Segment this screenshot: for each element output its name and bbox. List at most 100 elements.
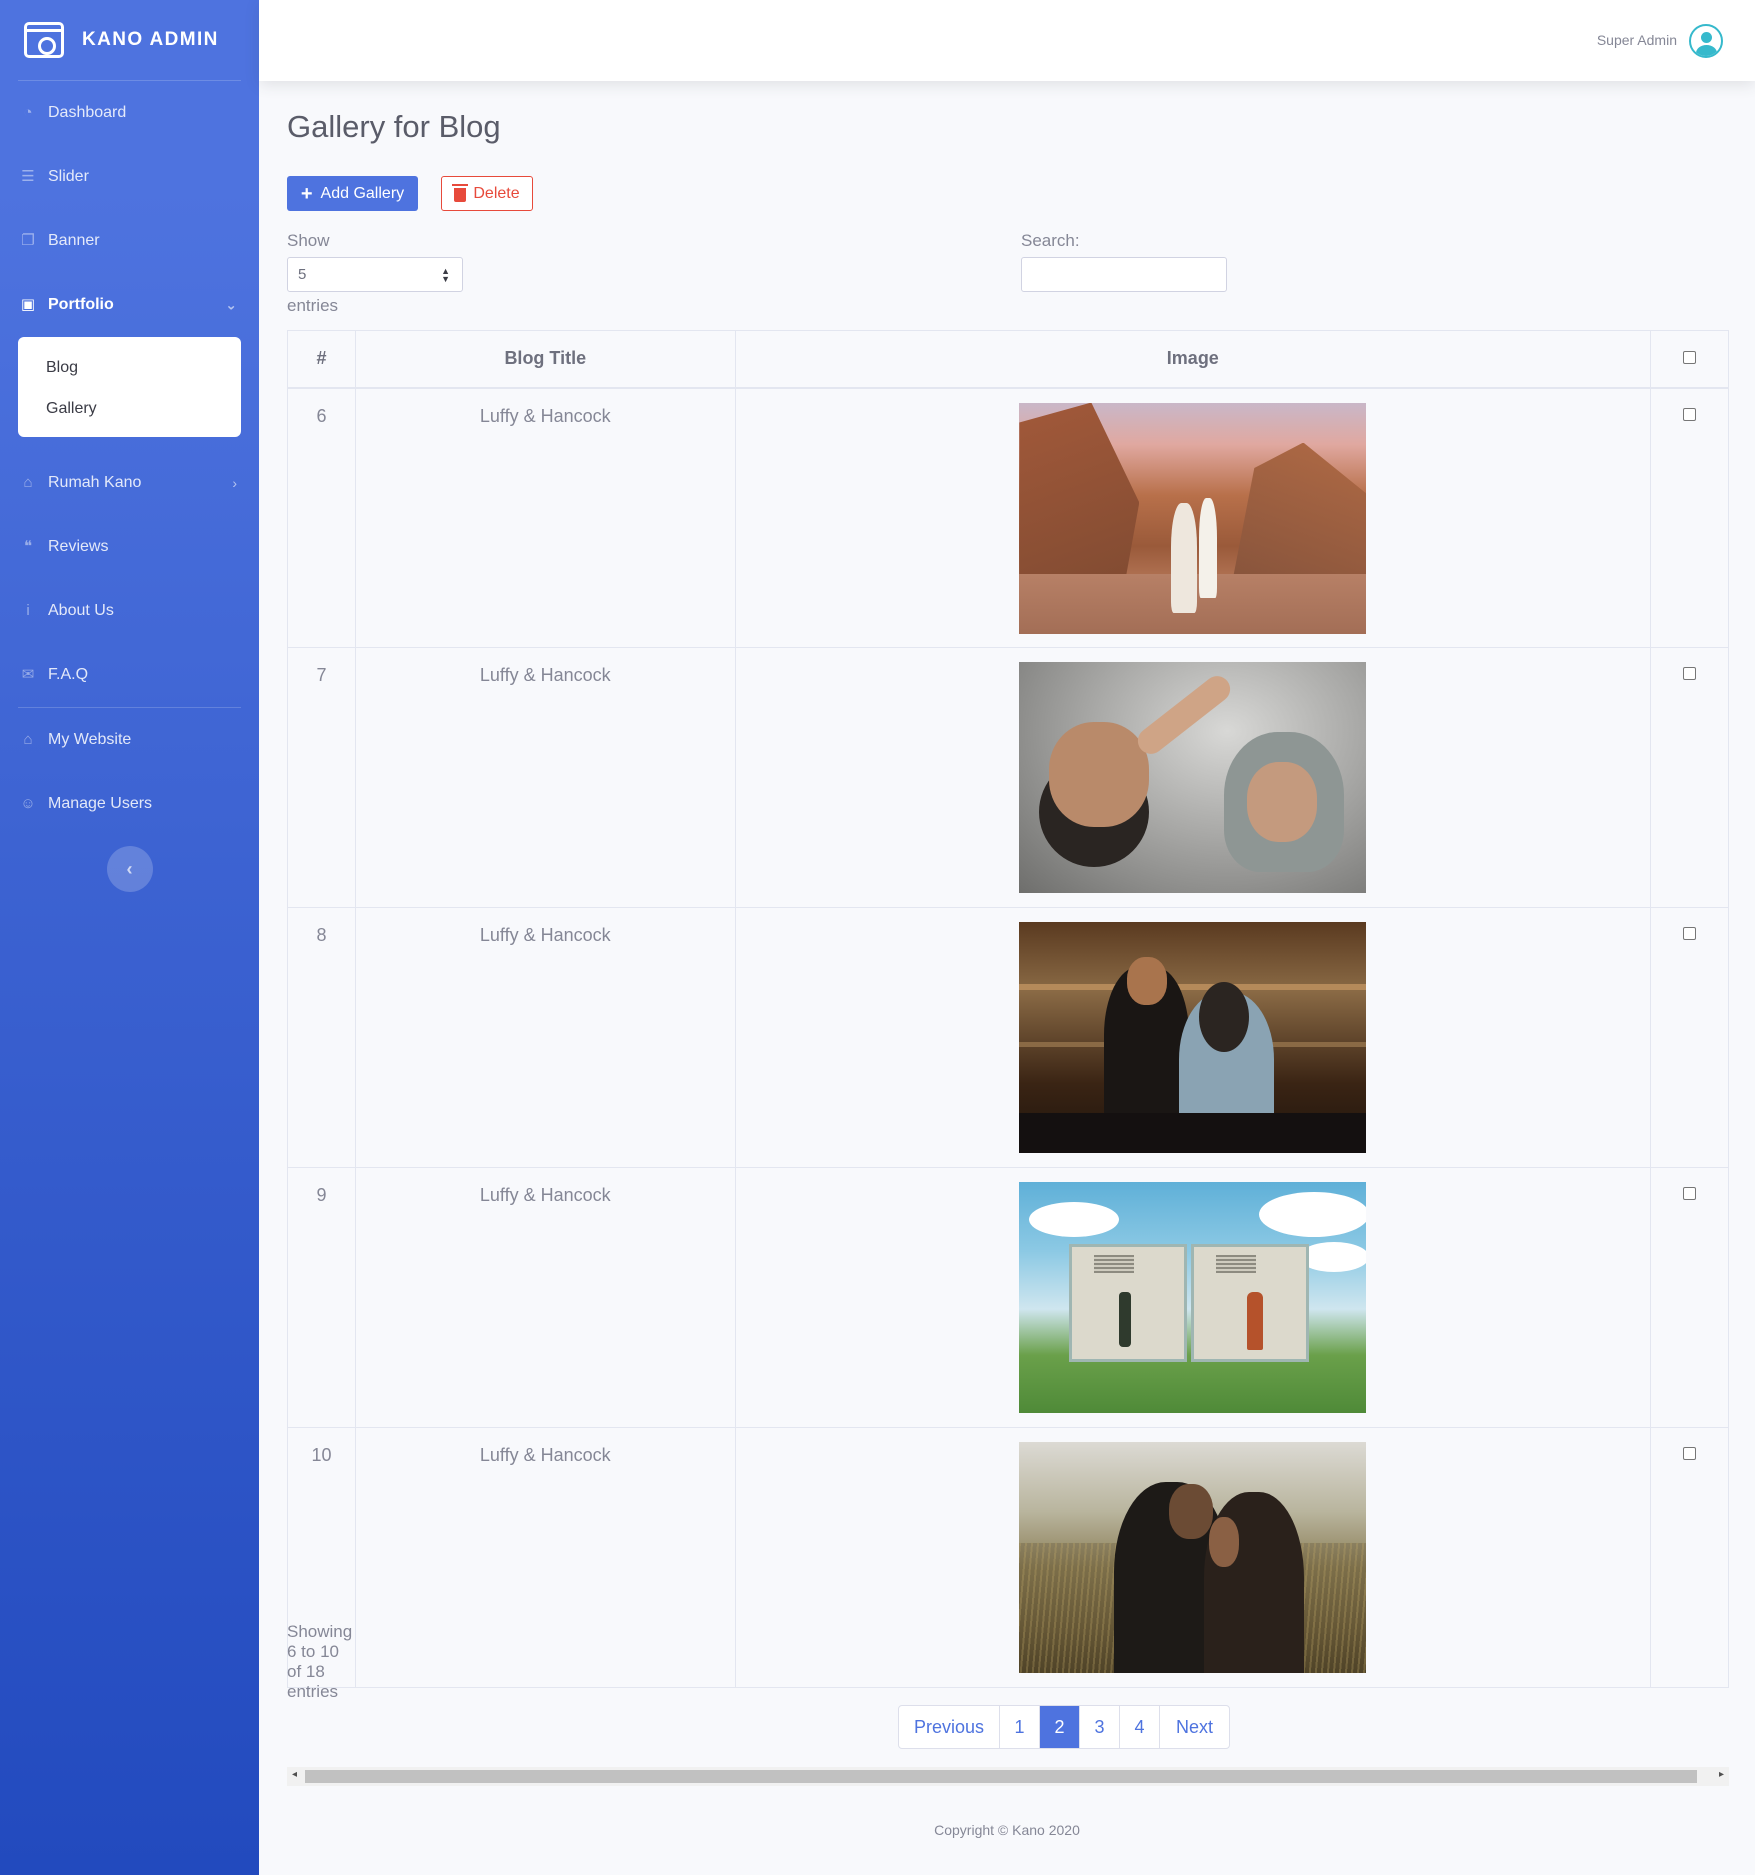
page-length-value: 5: [298, 266, 307, 283]
table-header-row: # Blog Title Image: [287, 330, 1729, 389]
row-blog-title: Luffy & Hancock: [354, 1427, 736, 1688]
plus-icon: +: [300, 182, 313, 205]
pagination: Previous 1 2 3 4 Next: [898, 1705, 1230, 1749]
comments-icon: ❝: [23, 538, 33, 555]
users-icon: ☺: [20, 795, 36, 812]
page-title: Gallery for Blog: [287, 109, 501, 144]
tachometer-icon: ◔: [23, 104, 33, 121]
footer-copyright: Copyright © Kano 2020: [934, 1822, 1080, 1838]
gallery-image[interactable]: [1019, 1182, 1367, 1413]
row-blog-title: Luffy & Hancock: [354, 387, 736, 648]
sidebar-item-label: About Us: [48, 602, 114, 619]
home-icon: ⌂: [23, 731, 33, 748]
pagination-page-2[interactable]: 2: [1039, 1706, 1079, 1748]
gallery-image[interactable]: [1019, 662, 1367, 893]
column-header-blog-title[interactable]: Blog Title: [354, 330, 736, 389]
sidebar-item-portfolio[interactable]: ▣ Portfolio ⌄: [0, 273, 259, 337]
sidebar-item-label: Dashboard: [48, 104, 127, 121]
sidebar-item-label: Slider: [48, 168, 89, 185]
submenu-item-blog[interactable]: Blog: [18, 347, 241, 388]
scroll-right-arrow-icon[interactable]: ▸: [1719, 1769, 1724, 1780]
entries-label: entries: [287, 296, 339, 315]
row-blog-title: Luffy & Hancock: [354, 907, 736, 1168]
user-avatar-icon[interactable]: [1689, 24, 1723, 58]
chevron-right-icon: ›: [232, 475, 237, 491]
show-label: Show: [287, 231, 330, 250]
sidebar-item-label: Reviews: [48, 538, 109, 555]
sidebar-item-about-us[interactable]: i About Us: [0, 579, 259, 643]
row-checkbox-cell: [1650, 1167, 1729, 1428]
table-row: 10 Luffy & Hancock: [287, 1427, 1729, 1688]
sidebar-item-slider[interactable]: ☰ Slider: [0, 145, 259, 209]
sidebar-item-dashboard[interactable]: ◔ Dashboard: [0, 81, 259, 145]
sidebar-item-rumah-kano[interactable]: ⌂ Rumah Kano ›: [0, 451, 259, 515]
select-all-cell: [1650, 330, 1729, 389]
sidebar-item-banner[interactable]: ❐ Banner: [0, 209, 259, 273]
scrollbar-thumb[interactable]: [305, 1770, 1697, 1783]
search-label: Search:: [1021, 231, 1080, 250]
sliders-icon: ☰: [21, 168, 35, 185]
table-info: Showing 6 to 10 of 18 entries: [287, 1622, 353, 1701]
search-input[interactable]: [1021, 257, 1227, 292]
pagination-page-4[interactable]: 4: [1119, 1706, 1159, 1748]
row-checkbox-cell: [1650, 647, 1729, 908]
select-all-checkbox[interactable]: [1683, 351, 1697, 365]
images-icon: ▣: [20, 296, 36, 313]
pagination-page-1[interactable]: 1: [999, 1706, 1039, 1748]
row-blog-title: Luffy & Hancock: [354, 647, 736, 908]
table-row: 6 Luffy & Hancock: [287, 387, 1729, 648]
row-checkbox-cell: [1650, 1427, 1729, 1688]
sidebar-item-manage-users[interactable]: ☺ Manage Users: [0, 772, 259, 836]
gallery-image[interactable]: [1019, 922, 1367, 1153]
row-blog-title: Luffy & Hancock: [354, 1167, 736, 1428]
brand-link[interactable]: KANO ADMIN: [0, 0, 259, 80]
horizontal-scrollbar[interactable]: ◂ ▸: [287, 1767, 1729, 1786]
gallery-image[interactable]: [1019, 1442, 1367, 1673]
chevron-down-icon: ⌄: [225, 296, 237, 313]
row-checkbox[interactable]: [1683, 1187, 1697, 1200]
column-header-number[interactable]: #: [287, 330, 356, 389]
sidebar-item-my-website[interactable]: ⌂ My Website: [0, 708, 259, 772]
row-checkbox-cell: [1650, 387, 1729, 648]
sidebar-item-label: Manage Users: [48, 795, 153, 812]
sidebar-item-faq[interactable]: ✉ F.A.Q: [0, 643, 259, 707]
pagination-next[interactable]: Next: [1159, 1706, 1229, 1748]
comment-icon: ✉: [21, 666, 35, 683]
row-image-cell: [734, 1427, 1652, 1688]
row-checkbox-cell: [1650, 907, 1729, 1168]
trash-icon: [452, 183, 469, 202]
table-row: 7 Luffy & Hancock: [287, 647, 1729, 908]
page-length-select[interactable]: 5 ▲ ▼: [287, 257, 463, 292]
user-name[interactable]: Super Admin: [1597, 32, 1677, 48]
row-image-cell: [734, 647, 1652, 908]
row-number: 7: [287, 647, 356, 908]
row-number: 9: [287, 1167, 356, 1428]
sidebar-item-reviews[interactable]: ❝ Reviews: [0, 515, 259, 579]
row-checkbox[interactable]: [1683, 667, 1697, 680]
table-row: 8 Luffy & Hancock: [287, 907, 1729, 1168]
pagination-previous[interactable]: Previous: [899, 1706, 999, 1748]
row-checkbox[interactable]: [1683, 407, 1697, 421]
submenu-item-gallery[interactable]: Gallery: [18, 388, 241, 429]
home-icon: ⌂: [23, 474, 33, 491]
delete-button[interactable]: Delete: [441, 176, 533, 211]
column-header-image[interactable]: Image: [734, 330, 1652, 389]
row-checkbox[interactable]: [1683, 1447, 1697, 1460]
topbar: Super Admin: [259, 0, 1755, 81]
gallery-image[interactable]: [1019, 402, 1367, 634]
add-gallery-button[interactable]: + Add Gallery: [287, 176, 418, 211]
scroll-left-arrow-icon[interactable]: ◂: [292, 1769, 297, 1780]
pagination-page-3[interactable]: 3: [1079, 1706, 1119, 1748]
sidebar-item-label: F.A.Q: [48, 666, 89, 683]
row-number: 8: [287, 907, 356, 1168]
gallery-table: # Blog Title Image 6 Luffy & Hancock 7 L…: [287, 330, 1729, 1688]
clone-icon: ❐: [21, 232, 35, 249]
delete-label: Delete: [473, 184, 520, 202]
brand-name: KANO ADMIN: [82, 29, 219, 50]
sidebar-toggle-button[interactable]: ‹: [106, 846, 153, 892]
row-checkbox[interactable]: [1683, 927, 1697, 940]
table-row: 9 Luffy & Hancock: [287, 1167, 1729, 1428]
sidebar-item-label: Rumah Kano: [48, 474, 142, 491]
chevron-left-icon: ‹: [126, 858, 133, 879]
row-image-cell: [734, 1167, 1652, 1428]
